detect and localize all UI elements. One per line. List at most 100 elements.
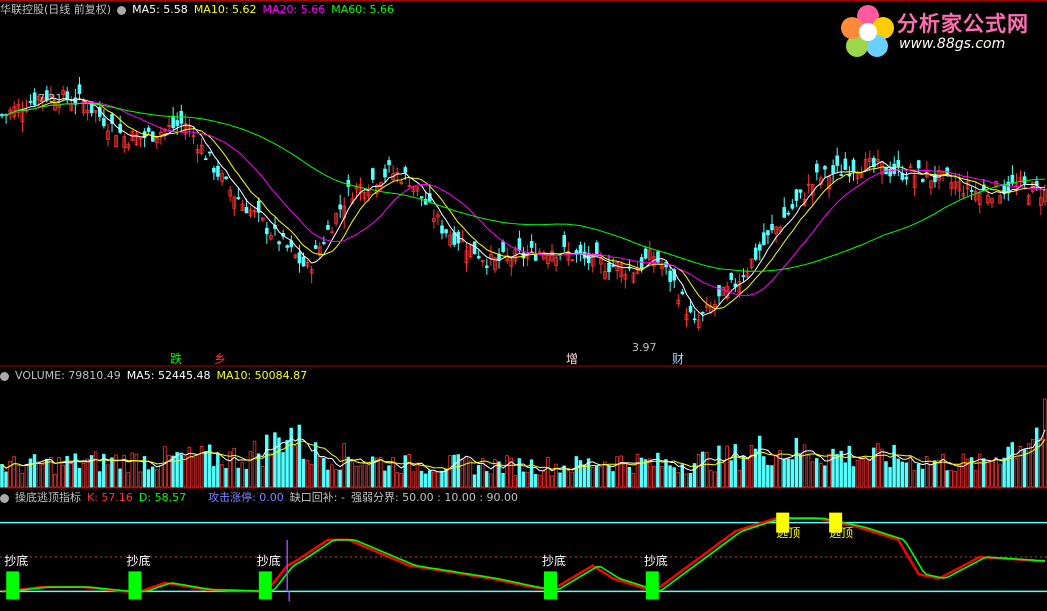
volume-bar [322,457,326,488]
volume-bar [273,432,277,488]
candle-body [851,159,856,172]
volume-bar [468,460,473,488]
volume-bar [171,455,175,488]
candle-body [322,242,326,244]
buy-signal-block [128,571,142,600]
volume-bar [603,461,607,488]
volume-bar [163,446,167,488]
buy-signal-label: 抄底 [541,554,566,569]
settings-icon[interactable] [0,493,9,503]
volume-bar [399,472,403,488]
candle-body [224,176,228,180]
candle-body [969,190,974,192]
volume-bar [216,453,220,488]
volume-bar [945,470,949,488]
volume-bar [32,454,37,488]
event-marker-1[interactable]: 跌 [170,350,182,367]
volume-bar [542,470,546,488]
ma20-line [1,101,1046,297]
volume-bar [195,456,200,488]
volume-bar [546,456,550,488]
event-marker-4[interactable]: 财 [672,350,684,367]
volume-label: VOLUME: 79810.49 [15,369,121,382]
volume-bar [961,453,966,488]
volume-bar [260,465,265,488]
volume-bar [289,427,293,488]
candle-body [920,178,925,183]
volume-bar [704,452,709,488]
volume-bar [521,471,526,488]
candle-body [175,120,180,126]
volume-bar [684,473,689,488]
candle-body [285,245,290,248]
volume-bar [994,457,998,488]
buy-signal-label: 抄底 [256,554,281,569]
candle-body [28,100,33,103]
volume-bar [688,472,693,488]
volume-bar [896,458,900,488]
volume-ma10-label: MA10: 50084.87 [216,369,308,382]
volume-bar [36,461,41,488]
volume-bar [643,459,648,488]
volume-bar [1010,442,1015,488]
stock-name[interactable]: 华联控股(日线 前复权) [0,3,111,16]
volume-bar [375,457,379,488]
candle-body [521,252,526,259]
volume-bar [407,453,412,488]
volume-bar [729,460,733,488]
volume-bar [660,466,664,488]
volume-bar [696,453,701,488]
buy-signal-block [258,571,272,600]
volume-bar [432,471,436,488]
volume-bar [265,434,269,488]
volume-bar [415,462,420,488]
volume-bar [814,458,819,488]
volume-bar [590,467,595,488]
volume-bar [317,456,322,488]
candle-body [782,207,787,218]
volume-bar [1018,445,1023,488]
candle-body [244,206,249,214]
volume-bar [823,465,827,488]
volume-bar [533,474,538,488]
candle-body [643,248,648,259]
volume-bar [578,460,583,488]
volume-bar [269,452,273,488]
volume-bar [440,470,444,488]
volume-bar [252,440,257,488]
volume-bar [810,461,815,488]
volume-bar [301,458,306,488]
candle-body [89,101,94,114]
volume-bar [537,474,542,488]
event-marker-3[interactable]: 增 [566,350,578,367]
volume-bar [929,464,933,488]
volume-bar [757,435,762,488]
settings-icon[interactable] [0,371,9,381]
candle-body [729,272,734,280]
volume-bar [937,459,941,488]
logo-url[interactable]: www.88gs.com [899,36,1005,52]
volume-bar [476,465,481,488]
volume-bar [888,467,892,488]
volume-bar [774,454,778,488]
volume-bar [876,443,880,488]
volume-bar [1043,398,1047,488]
volume-bar [61,464,65,488]
event-marker-2[interactable]: 乡 [214,350,226,367]
candle-body [766,230,770,236]
ma5-line [1,97,1046,317]
volume-bar [159,465,163,488]
volume-bar [635,453,640,488]
volume-bar [228,451,232,488]
candle-body [77,84,82,95]
settings-icon[interactable] [117,5,127,15]
candle-body [562,235,567,247]
volume-bar [574,456,579,488]
candle-body [656,251,660,263]
volume-bar [150,466,155,488]
candle-body [717,284,721,297]
volume-bar [183,456,188,488]
volume-bar [794,437,799,488]
indicator-name[interactable]: 操底逃顶指标 [15,491,81,504]
volume-bar [146,469,151,488]
